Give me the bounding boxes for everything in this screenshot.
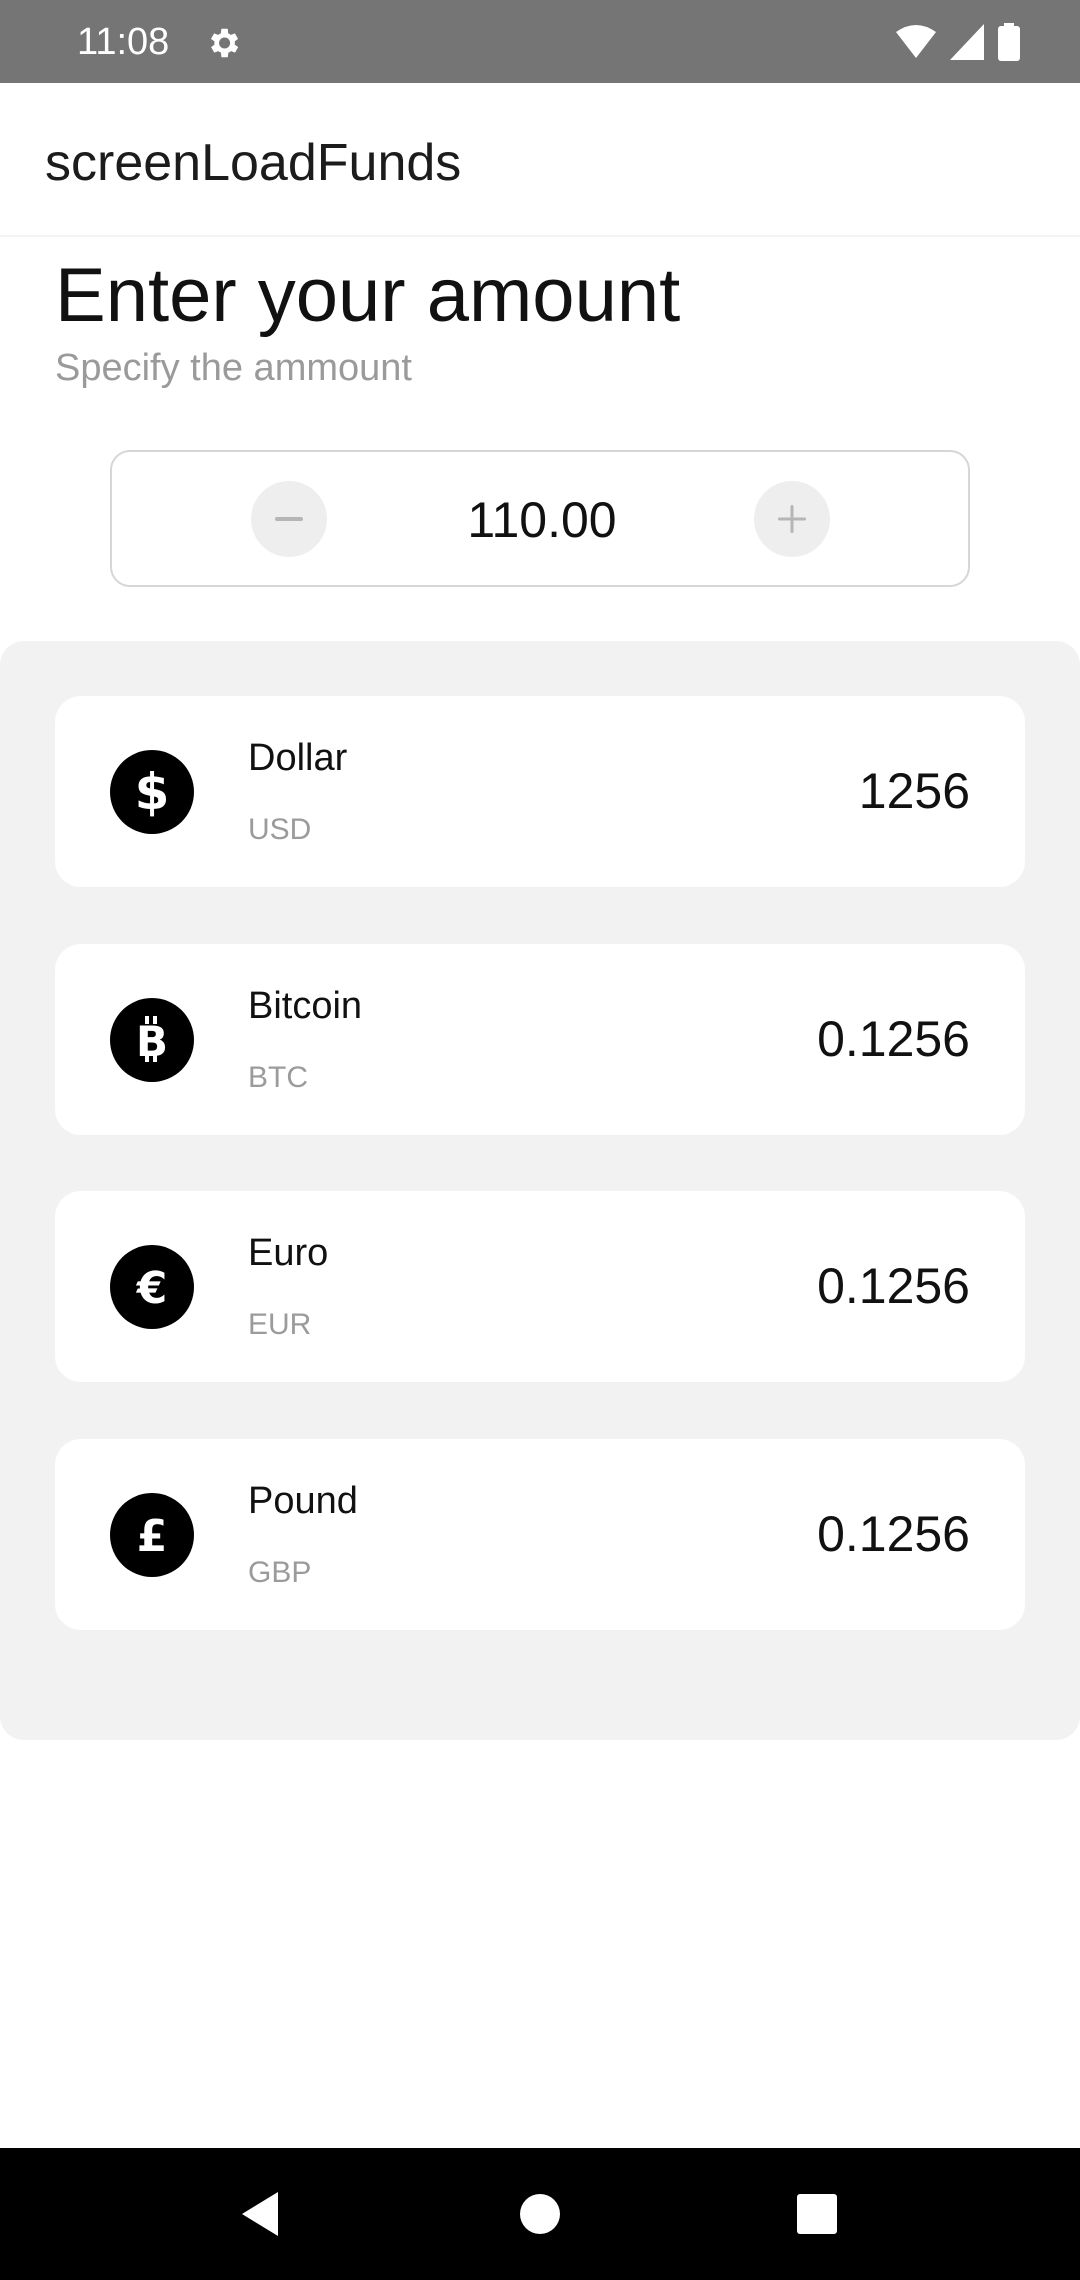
- minus-icon: [275, 517, 303, 521]
- wifi-icon: [896, 25, 936, 58]
- app-title: screenLoadFunds: [45, 134, 462, 192]
- dollar-icon: $: [110, 750, 194, 834]
- currency-code: GBP: [248, 1556, 312, 1589]
- amount-value[interactable]: 110.00: [312, 488, 772, 552]
- currency-amount: 0.1256: [817, 1258, 970, 1314]
- page-title: Enter your amount: [55, 253, 681, 338]
- back-icon[interactable]: [234, 2188, 286, 2240]
- svg-text:£: £: [137, 1511, 168, 1562]
- currency-name: Dollar: [248, 737, 348, 779]
- battery-icon: [998, 23, 1020, 61]
- euro-icon: €: [110, 1245, 194, 1329]
- recent-apps-icon[interactable]: [791, 2188, 843, 2240]
- currency-code: BTC: [248, 1061, 308, 1094]
- page-subtitle: Specify the ammount: [55, 347, 412, 389]
- plus-icon: [778, 505, 806, 533]
- bitcoin-icon: B: [110, 998, 194, 1082]
- svg-text:€: €: [136, 1263, 168, 1314]
- status-time: 11:08: [77, 21, 170, 63]
- amount-stepper: 110.00: [110, 450, 970, 587]
- increment-button[interactable]: [754, 481, 830, 557]
- settings-gear-icon: [210, 28, 239, 58]
- status-bar: 11:08: [0, 0, 1080, 83]
- currency-card-gbp[interactable]: £ Pound GBP 0.1256: [55, 1439, 1025, 1630]
- currency-code: EUR: [248, 1308, 312, 1341]
- currency-name: Pound: [248, 1480, 358, 1522]
- currency-name: Bitcoin: [248, 985, 363, 1027]
- currency-card-btc[interactable]: B Bitcoin BTC 0.1256: [55, 944, 1025, 1135]
- load-funds-screen: 11:08 screenLoadFunds Enter your amount …: [0, 0, 1080, 2280]
- status-icons: [896, 22, 1020, 62]
- currency-amount: 1256: [858, 763, 970, 819]
- cellular-signal-icon: [950, 24, 984, 60]
- currency-card-usd[interactable]: $ Dollar USD 1256: [55, 696, 1025, 887]
- currency-amount: 0.1256: [817, 1011, 970, 1067]
- currency-name: Euro: [248, 1232, 329, 1274]
- app-bar: screenLoadFunds: [0, 83, 1080, 237]
- svg-text:$: $: [135, 763, 170, 821]
- currency-amount: 0.1256: [817, 1506, 970, 1562]
- currency-card-eur[interactable]: € Euro EUR 0.1256: [55, 1191, 1025, 1382]
- currency-list-panel: $ Dollar USD 1256 B Bitcoin BTC 0.1256 €…: [0, 641, 1080, 1740]
- home-icon[interactable]: [514, 2188, 566, 2240]
- svg-text:B: B: [136, 1017, 168, 1066]
- currency-code: USD: [248, 813, 312, 846]
- pound-icon: £: [110, 1493, 194, 1577]
- system-navigation-bar: [0, 2148, 1080, 2280]
